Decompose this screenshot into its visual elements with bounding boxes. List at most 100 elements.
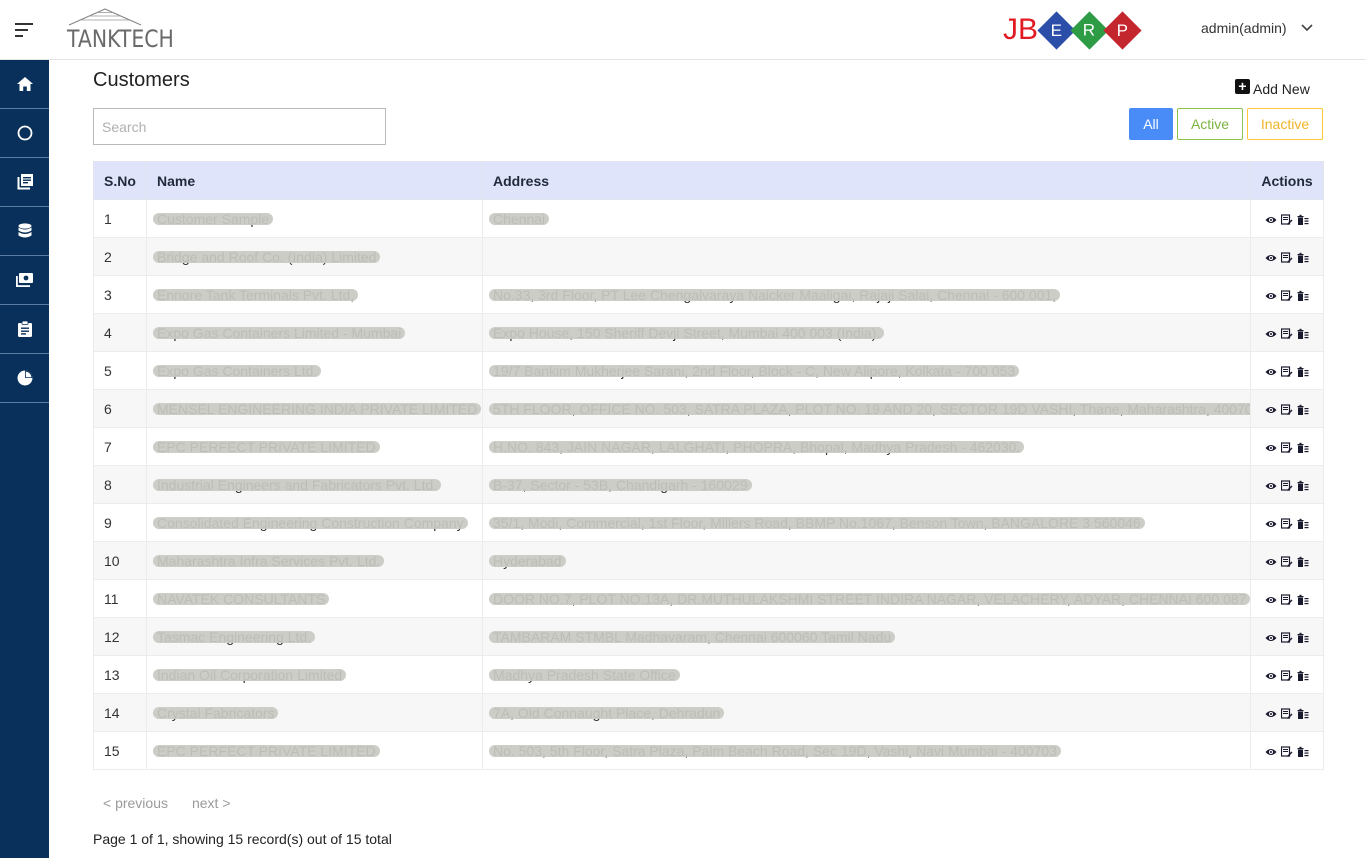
sidebar-item-home[interactable] — [0, 60, 49, 109]
delete-icon[interactable] — [1297, 328, 1309, 340]
edit-icon[interactable] — [1281, 366, 1293, 378]
home-icon — [16, 77, 33, 91]
view-icon[interactable] — [1265, 442, 1277, 454]
delete-icon[interactable] — [1297, 708, 1309, 720]
view-icon[interactable] — [1265, 746, 1277, 758]
table-row: 4 Expo Gas Containers Limited - Mumbai Exp… — [93, 313, 1324, 352]
cell-address: 7A, Old Connaught Place, Dehradun — [482, 693, 1251, 732]
sidebar-item-clipboard[interactable] — [0, 305, 49, 354]
cell-sno: 9 — [93, 503, 147, 542]
view-icon[interactable] — [1265, 556, 1277, 568]
view-icon[interactable] — [1265, 480, 1277, 492]
customer-name: Consolidated Engineering Construction Co… — [153, 514, 468, 531]
delete-icon[interactable] — [1297, 252, 1309, 264]
pagination-info: Page 1 of 1, showing 15 record(s) out of… — [93, 831, 392, 847]
view-icon[interactable] — [1265, 290, 1277, 302]
delete-icon[interactable] — [1297, 214, 1309, 226]
edit-icon[interactable] — [1281, 708, 1293, 720]
delete-icon[interactable] — [1297, 518, 1309, 530]
user-name: admin(admin) — [1201, 20, 1287, 36]
delete-icon[interactable] — [1297, 366, 1309, 378]
cell-actions — [1250, 313, 1324, 352]
cell-address: Hyderabad — [482, 541, 1251, 580]
filter-active-button[interactable]: Active — [1177, 108, 1243, 140]
menu-toggle-button[interactable] — [0, 0, 49, 60]
customer-address: 35/1, Modi, Commercial, 1st Floor, Mille… — [489, 514, 1145, 531]
cell-sno: 10 — [93, 541, 147, 580]
edit-icon[interactable] — [1281, 252, 1293, 264]
delete-icon[interactable] — [1297, 290, 1309, 302]
table-row: 3 Ennore Tank Terminals Pvt. Ltd, No.33, 3… — [93, 275, 1324, 314]
edit-icon[interactable] — [1281, 594, 1293, 606]
edit-icon[interactable] — [1281, 328, 1293, 340]
delete-icon[interactable] — [1297, 594, 1309, 606]
delete-icon[interactable] — [1297, 632, 1309, 644]
view-icon[interactable] — [1265, 594, 1277, 606]
delete-icon[interactable] — [1297, 746, 1309, 758]
filter-all-button[interactable]: All — [1129, 108, 1173, 140]
view-icon[interactable] — [1265, 670, 1277, 682]
table-row: 11 NAVATEK CONSULTANTS DOOR NO.7, PLOT NO.… — [93, 579, 1324, 618]
view-icon[interactable] — [1265, 632, 1277, 644]
delete-icon[interactable] — [1297, 556, 1309, 568]
cell-address — [482, 237, 1251, 276]
search-input[interactable] — [93, 108, 386, 145]
edit-icon[interactable] — [1281, 518, 1293, 530]
edit-icon[interactable] — [1281, 290, 1293, 302]
previous-page-link[interactable]: < previous — [103, 795, 168, 811]
table-row: 15 EPC PERFECT PRIVATE LIMITED No. 503, 5t… — [93, 731, 1324, 770]
next-page-link[interactable]: next > — [192, 795, 231, 811]
pie-chart-icon — [17, 370, 32, 386]
view-icon[interactable] — [1265, 328, 1277, 340]
view-icon[interactable] — [1265, 404, 1277, 416]
view-icon[interactable] — [1265, 366, 1277, 378]
edit-icon[interactable] — [1281, 442, 1293, 454]
cell-actions — [1250, 275, 1324, 314]
delete-icon[interactable] — [1297, 670, 1309, 682]
cell-address: TAMBARAM STMBL Madhavaram, Chennai 60006… — [482, 617, 1251, 656]
cell-actions — [1250, 503, 1324, 542]
cell-sno: 2 — [93, 237, 147, 276]
table-body: 1 Customer Sample Chennai 2 Bridge and Roof … — [93, 199, 1324, 770]
edit-icon[interactable] — [1281, 632, 1293, 644]
customer-name: NAVATEK CONSULTANTS — [152, 590, 330, 607]
sidebar-item-money[interactable] — [0, 256, 49, 305]
user-menu[interactable]: admin(admin) — [1201, 20, 1313, 36]
edit-icon[interactable] — [1281, 404, 1293, 416]
delete-icon[interactable] — [1297, 480, 1309, 492]
edit-icon[interactable] — [1281, 480, 1293, 492]
cell-address: Chennai — [482, 199, 1251, 238]
cell-address: 35/1, Modi, Commercial, 1st Floor, Mille… — [482, 503, 1251, 542]
edit-icon[interactable] — [1281, 746, 1293, 758]
customer-name: Expo Gas Containers Limited - Mumbai — [152, 324, 406, 341]
view-icon[interactable] — [1265, 214, 1277, 226]
add-new-button[interactable]: + Add New — [1235, 78, 1310, 97]
customers-table: S.No Name Address Actions 1 Customer Samp… — [93, 161, 1324, 770]
cell-sno: 13 — [93, 655, 147, 694]
customer-address: Chennai — [488, 210, 550, 227]
edit-icon[interactable] — [1281, 670, 1293, 682]
customer-address: DOOR NO.7, PLOT NO.13A, DR.MUTHULAKSHMI … — [488, 590, 1250, 607]
sidebar-item-database[interactable] — [0, 207, 49, 256]
table-row: 1 Customer Sample Chennai — [93, 199, 1324, 238]
sidebar-item-circle[interactable] — [0, 109, 49, 158]
edit-icon[interactable] — [1281, 556, 1293, 568]
view-icon[interactable] — [1265, 708, 1277, 720]
column-header-sno: S.No — [93, 161, 147, 200]
delete-icon[interactable] — [1297, 404, 1309, 416]
cell-address: Madhya Pradesh State Office — [482, 655, 1251, 694]
cell-name: NAVATEK CONSULTANTS — [146, 579, 483, 618]
sidebar-item-reports[interactable] — [0, 354, 49, 403]
customers-table-container: S.No Name Address Actions 1 Customer Samp… — [93, 161, 1324, 770]
sidebar-item-library[interactable] — [0, 158, 49, 207]
edit-icon[interactable] — [1281, 214, 1293, 226]
column-header-address: Address — [482, 161, 1251, 200]
cell-name: Industrial Engineers and Fabricators Pvt… — [146, 465, 483, 504]
cell-name: Maharashtra Infra Services Pvt. Ltd. — [146, 541, 483, 580]
view-icon[interactable] — [1265, 252, 1277, 264]
customer-address: TAMBARAM STMBL Madhavaram, Chennai 60006… — [488, 628, 896, 645]
filter-inactive-button[interactable]: Inactive — [1247, 108, 1323, 140]
view-icon[interactable] — [1265, 518, 1277, 530]
delete-icon[interactable] — [1297, 442, 1309, 454]
cell-name: MENSEL ENGINEERING INDIA PRIVATE LIMITED — [146, 389, 483, 428]
